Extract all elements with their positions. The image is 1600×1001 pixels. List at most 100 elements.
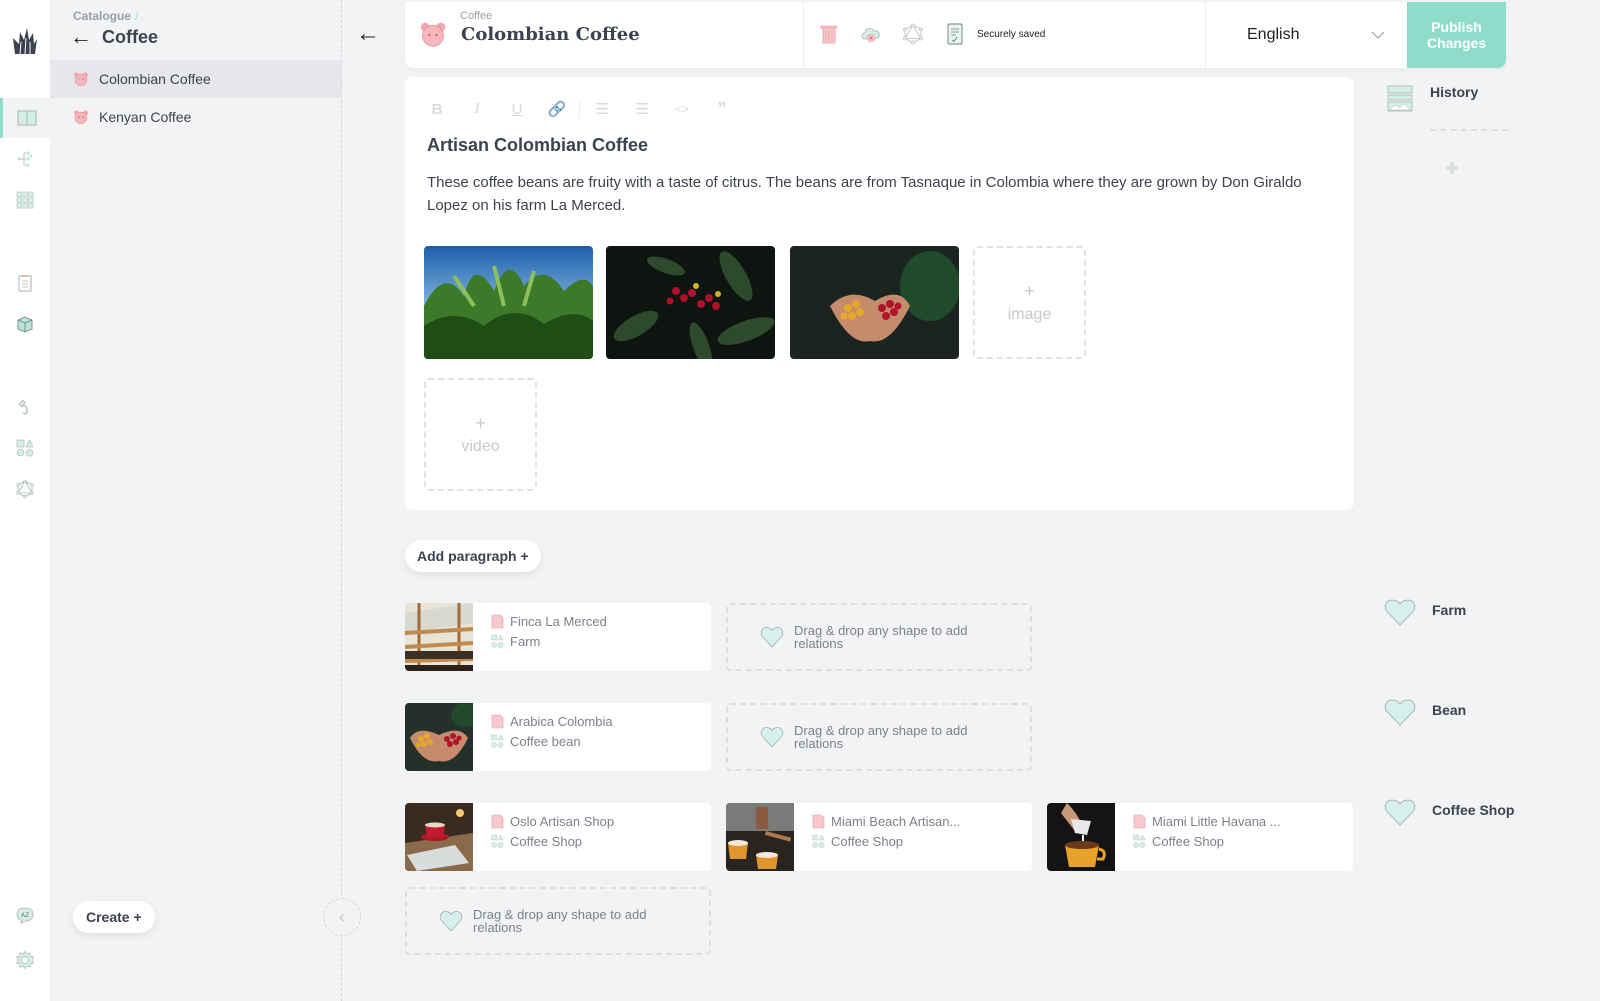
rich-text-toolbar: B I U 🔗 ☰ ☰ <> ” [427,99,732,119]
relation-shape-label: Coffee Shop [510,834,583,849]
coffee-cherries-photo [606,246,775,359]
document-icon [812,814,825,829]
logo-icon[interactable] [12,26,38,58]
item-breadcrumb[interactable]: Coffee [460,10,492,22]
panel-divider [341,0,342,1001]
add-paragraph-button[interactable]: Add paragraph + [405,540,541,572]
relation-card[interactable]: Finca La Merced Farm [405,603,711,671]
heart-icon [760,627,784,648]
relation-info: Miami Little Havana ... Coffee Shop [1115,803,1281,871]
add-image-label: image [1007,306,1052,323]
catalogue-sidebar: Catalogue / ← Coffee Colombian Coffee Ken… [50,0,342,1001]
drying-beds-photo [405,603,473,671]
clipboard-icon [18,275,32,292]
rail-graphql[interactable] [0,469,50,509]
document-icon [1133,814,1146,829]
rail-orders[interactable] [0,263,50,303]
relation-shape-label: Farm [510,634,541,649]
hands-holding-beans-photo [405,703,473,771]
paragraph-body[interactable]: These coffee beans are fruity with a tas… [427,171,1327,217]
relation-name-label: Miami Beach Artisan... [831,814,961,829]
paragraph-image[interactable] [606,246,775,359]
drop-hint: Drag & drop any shape to add relations [794,623,968,651]
graphql-icon[interactable] [901,22,925,46]
relation-shape: Coffee bean [491,734,613,749]
catalogue-item[interactable]: Colombian Coffee [50,60,342,98]
rail-webhooks[interactable] [0,387,50,427]
save-status: Securely saved [977,28,1046,40]
heart-icon [439,911,463,932]
paragraph-image[interactable] [424,246,593,359]
unpublish-cloud-icon[interactable] [859,22,883,46]
relation-name-label: Arabica Colombia [510,714,613,729]
chevron-down-icon [1371,31,1385,39]
header-separator [1205,2,1206,68]
shapes-icon [812,834,825,848]
underline-icon[interactable]: U [507,99,527,119]
heart-icon [760,727,784,748]
relation-shape: Coffee Shop [812,834,960,849]
relation-card[interactable]: Arabica Colombia Coffee bean [405,703,711,771]
relation-info: Arabica Colombia Coffee bean [473,703,613,771]
item-actions: Securely saved [817,22,1045,46]
catalogue-item[interactable]: Kenyan Coffee [50,98,342,136]
shapes-icon [491,834,504,848]
plus-icon: + [475,413,486,433]
history-icon[interactable] [1387,85,1413,113]
breadcrumb-catalogue[interactable]: Catalogue [73,9,131,23]
graphql-icon [16,479,34,499]
numbered-list-icon[interactable]: ☰ [632,99,652,119]
rail-catalogue[interactable] [0,98,50,138]
heart-icon [1384,599,1416,626]
settings-gear-icon [16,950,34,970]
language-select[interactable]: English [1225,2,1407,68]
folder-title: ← Coffee [70,24,158,50]
hands-holding-beans-photo [790,246,959,359]
relation-shape: Coffee Shop [491,834,614,849]
back-arrow-icon[interactable]: ← [356,20,380,48]
code-icon[interactable]: <> [672,99,692,119]
add-history-plus-icon[interactable] [1444,160,1460,176]
product-shape-icon [74,72,88,87]
paragraph-image[interactable] [790,246,959,359]
publish-changes-button[interactable]: Publish Changes [1407,2,1506,68]
rail-items[interactable] [0,304,50,344]
relation-drop-zone[interactable]: Drag & drop any shape to add relations [405,887,711,955]
trash-icon[interactable] [817,22,841,46]
grid-icon [16,191,34,209]
rail-grid[interactable] [0,180,50,220]
quote-icon[interactable]: ” [712,99,732,119]
relation-card[interactable]: Oslo Artisan Shop Coffee Shop [405,803,711,871]
rail-shapes[interactable] [0,428,50,468]
relation-name: Oslo Artisan Shop [491,814,614,829]
heart-icon [1384,699,1416,726]
relation-shape: Coffee Shop [1133,834,1281,849]
relation-drop-zone[interactable]: Drag & drop any shape to add relations [726,603,1032,671]
catalogue-item-label: Colombian Coffee [99,71,211,87]
bold-icon[interactable]: B [427,99,447,119]
italic-icon[interactable]: I [467,99,487,119]
relation-name-label: Miami Little Havana ... [1152,814,1281,829]
add-image-button[interactable]: + image [973,246,1086,359]
paragraph-title[interactable]: Artisan Colombian Coffee [427,135,648,156]
relation-card[interactable]: Miami Little Havana ... Coffee Shop [1047,803,1353,871]
book-icon [17,110,36,126]
document-icon [491,714,504,729]
saved-document-icon [947,23,963,45]
relation-drop-zone[interactable]: Drag & drop any shape to add relations [726,703,1032,771]
relation-name: Miami Beach Artisan... [812,814,960,829]
relation-card[interactable]: Miami Beach Artisan... Coffee Shop [726,803,1032,871]
hook-icon [18,399,28,415]
history-label[interactable]: History [1430,84,1478,100]
bulleted-list-icon[interactable]: ☰ [592,99,612,119]
heart-icon [1384,799,1416,826]
add-video-button[interactable]: + video [424,378,537,491]
relation-type-label: Coffee Shop [1432,802,1515,818]
rail-hierarchy[interactable] [0,139,50,179]
link-icon[interactable]: 🔗 [547,99,567,119]
rail-settings[interactable] [0,940,50,980]
rail-languages[interactable]: AZ [0,895,50,935]
create-button[interactable]: Create + [73,901,155,933]
back-arrow-icon[interactable]: ← [70,24,92,50]
collapse-sidebar-button[interactable]: ‹ [323,898,361,936]
